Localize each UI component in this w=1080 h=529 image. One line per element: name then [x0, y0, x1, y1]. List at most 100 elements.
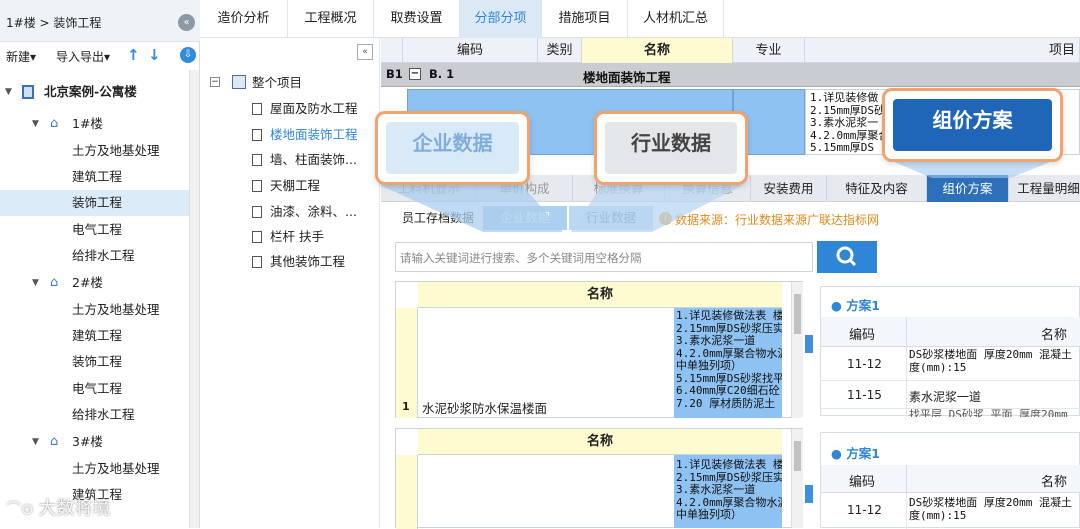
- tree-building[interactable]: ▼ ⌂ 2#楼: [0, 270, 189, 296]
- house-icon: ⌂: [50, 434, 59, 449]
- collapse-sidebar-icon[interactable]: «: [178, 14, 195, 31]
- header-name[interactable]: 名称: [582, 38, 733, 63]
- desc-line: 中单独列项）: [676, 359, 742, 372]
- building-icon: [22, 85, 34, 99]
- search-input[interactable]: 请输入关键词进行搜索、多个关键词用空格分隔: [395, 242, 813, 272]
- tree-item[interactable]: 土方及地基处理: [0, 297, 189, 323]
- divider: [906, 317, 907, 347]
- tree-item-label: 天棚工程: [270, 178, 321, 193]
- tree-item-label: 栏杆 扶手: [270, 229, 324, 244]
- new-button[interactable]: 新建▾: [6, 48, 36, 65]
- expand-icon[interactable]: ▼: [32, 429, 39, 455]
- move-down-icon[interactable]: ↓: [148, 46, 161, 64]
- list-item-desc[interactable]: 1.详见装修做法表 楼 2.15mm厚DS砂浆压实 3.素水泥浆一道 4.2.0…: [674, 308, 782, 418]
- plan-panel-2: ● 方案1 编码 名称 11-12 DS砂浆楼地面 厚度20mm 混凝土 度(mm…: [820, 432, 1080, 529]
- house-icon: ⌂: [50, 116, 59, 131]
- scroll-thumb[interactable]: [794, 294, 801, 334]
- move-up-icon[interactable]: ↑: [127, 46, 140, 64]
- list-header-name: 名称: [418, 429, 782, 455]
- expand-icon[interactable]: ▼: [32, 111, 39, 137]
- search-button[interactable]: [817, 241, 877, 273]
- header-code[interactable]: 编码: [403, 38, 538, 63]
- plan-row-name-line: DS砂浆楼地面 厚度20mm 混凝土: [909, 497, 1072, 509]
- tree-item[interactable]: 装饰工程: [0, 349, 189, 375]
- tab-sub-items[interactable]: 分部分项: [460, 0, 542, 38]
- row-id: B1: [386, 67, 403, 81]
- collapse-tree-button[interactable]: «: [357, 44, 373, 60]
- tree-item[interactable]: 天棚工程: [252, 175, 380, 197]
- plan-row-code: 11-12: [847, 503, 882, 517]
- tree-item[interactable]: 屋面及防水工程: [252, 98, 380, 120]
- document-icon: [252, 256, 262, 268]
- plan-title-text: 方案1: [846, 446, 880, 461]
- tab-materials[interactable]: 人材机汇总: [628, 0, 724, 38]
- division-name: 楼地面装饰工程: [583, 70, 671, 85]
- tree-item-label: 给排水工程: [72, 248, 135, 263]
- tree-building[interactable]: ▼ ⌂ 3#楼: [0, 429, 189, 455]
- divider: [906, 493, 907, 529]
- plan-row-name-line: 度(mm):15: [909, 508, 967, 522]
- project-name: 北京案例-公寓楼: [44, 84, 137, 99]
- plan-header-code: 编码: [849, 328, 876, 343]
- list-item-name[interactable]: 水泥砂浆防水保温楼面: [422, 398, 547, 417]
- tree-item-label: 土方及地基处理: [72, 302, 160, 317]
- tree-item[interactable]: 建筑工程: [0, 323, 189, 349]
- tree-item[interactable]: 墙、柱面装饰...: [252, 149, 380, 171]
- tree-project[interactable]: ▼ 北京案例-公寓楼: [0, 79, 189, 105]
- plan-row-clipped: 找平层 DS砂浆 平面 厚度20mm: [909, 409, 1068, 417]
- header-specialty[interactable]: 专业: [733, 38, 805, 63]
- tree-item[interactable]: 其他装饰工程: [252, 251, 380, 273]
- download-icon[interactable]: ⇩: [180, 47, 196, 63]
- plan-row[interactable]: 11-15 素水泥浆一道: [821, 381, 1080, 409]
- scroll-thumb[interactable]: [794, 441, 801, 471]
- tab-install-cost[interactable]: 安装费用: [751, 175, 827, 202]
- tree-building[interactable]: ▼ ⌂ 1#楼: [0, 111, 189, 137]
- divider: [906, 347, 907, 417]
- list-scrollbar[interactable]: [791, 429, 803, 528]
- expand-icon[interactable]: ▼: [32, 270, 39, 296]
- tree-item-label: 装饰工程: [72, 195, 123, 210]
- tree-item-label: 建筑工程: [72, 328, 123, 343]
- plan-row-code: 11-12: [847, 357, 882, 371]
- tree-item-label: 建筑工程: [72, 169, 123, 184]
- tree-item[interactable]: 建筑工程: [0, 164, 189, 190]
- plan-row[interactable]: 11-12 DS砂浆楼地面 厚度20mm 混凝土 度(mm):15: [821, 493, 1080, 527]
- tree-item[interactable]: 电气工程: [0, 217, 189, 243]
- sidebar-scrollbar[interactable]: [189, 70, 199, 528]
- plan-row-name: DS砂浆楼地面 厚度20mm 混凝土 度(mm):15: [909, 349, 1080, 374]
- plan-title: ● 方案1: [831, 298, 880, 313]
- tree-item-selected[interactable]: 楼地面装饰工程: [252, 124, 380, 146]
- tree-item[interactable]: 土方及地基处理: [0, 138, 189, 164]
- header-type[interactable]: 类别: [538, 38, 582, 63]
- plan-header-name: 名称: [1041, 475, 1068, 490]
- collapse-icon[interactable]: −: [210, 77, 220, 87]
- tab-cost-analysis[interactable]: 造价分析: [200, 0, 288, 38]
- splitter-handle[interactable]: [805, 335, 813, 353]
- tab-overview[interactable]: 工程概况: [288, 0, 374, 38]
- tree-item[interactable]: 给排水工程: [0, 402, 189, 428]
- tree-item[interactable]: 栏杆 扶手: [252, 226, 380, 248]
- watermark-text: 大数将境: [38, 498, 111, 519]
- tab-fee-settings[interactable]: 取费设置: [374, 0, 460, 38]
- row-number-column: [396, 455, 418, 529]
- tree-item-label: 土方及地基处理: [72, 143, 160, 158]
- list-scrollbar[interactable]: [791, 282, 803, 418]
- tree-item-selected[interactable]: 装饰工程: [0, 190, 189, 216]
- import-export-button[interactable]: 导入导出▾: [56, 48, 110, 65]
- splitter-handle[interactable]: [805, 485, 813, 503]
- tree-item[interactable]: 油漆、涂料、...: [252, 201, 380, 223]
- tree-item[interactable]: 电气工程: [0, 376, 189, 402]
- tree-item[interactable]: 给排水工程: [0, 243, 189, 269]
- header-item[interactable]: 项目: [805, 38, 1080, 63]
- plan-row-code: 11-15: [847, 388, 882, 402]
- division-tree-panel: − 整个项目 屋面及防水工程 楼地面装饰工程 墙、柱面装饰... 天棚工程 油漆…: [200, 38, 380, 528]
- tree-item[interactable]: 土方及地基处理: [0, 456, 189, 482]
- grid-row-division[interactable]: B1 − B. 1 楼地面装饰工程: [381, 63, 1080, 87]
- search-placeholder: 请输入关键词进行搜索、多个关键词用空格分隔: [400, 251, 642, 265]
- plan-row[interactable]: 11-12 DS砂浆楼地面 厚度20mm 混凝土 度(mm):15: [821, 347, 1080, 381]
- breadcrumb: 1#楼 > 装饰工程: [6, 16, 102, 30]
- expand-icon[interactable]: ▼: [5, 79, 12, 105]
- collapse-icon[interactable]: −: [409, 68, 421, 80]
- list-item-desc[interactable]: 1.详见装修做法表 楼 2.15mm厚DS砂浆压实 3.素水泥浆一道 4.2.0…: [674, 455, 782, 528]
- tab-measures[interactable]: 措施项目: [542, 0, 628, 38]
